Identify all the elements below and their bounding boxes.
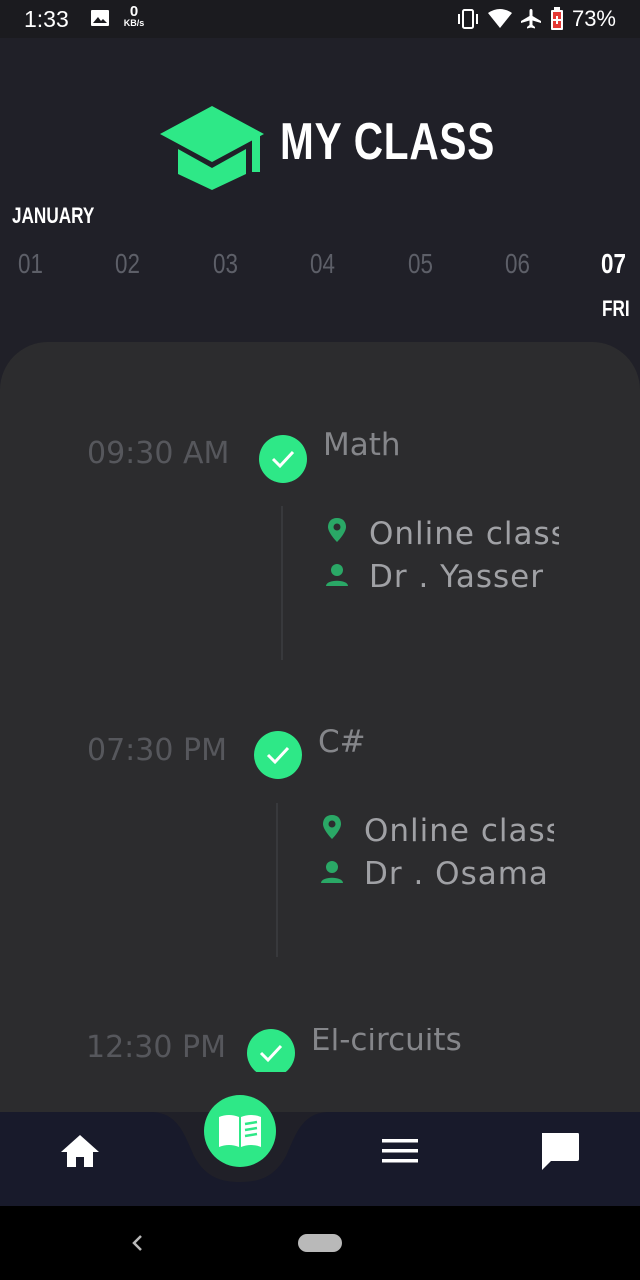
status-bar: 1:33 0 KB/s 73% — [0, 0, 640, 38]
system-nav-bar — [0, 1206, 640, 1280]
month-label: JANUARY — [12, 203, 95, 228]
selected-weekday: FRI — [602, 296, 630, 321]
network-speed: 0 KB/s — [123, 3, 145, 28]
entry-time: 09:30 AM — [87, 436, 230, 471]
entry-instructor: Dr . Osama — [364, 856, 549, 892]
home-icon[interactable] — [50, 1121, 110, 1181]
day-01[interactable]: 01 — [18, 248, 43, 280]
schedule-entry-math[interactable]: 09:30 AM Math Online class Dr . Yasser — [0, 427, 640, 732]
menu-icon[interactable] — [370, 1121, 430, 1181]
timeline-line — [276, 803, 278, 957]
airplane-mode-icon — [520, 9, 541, 29]
entry-time: 12:30 PM — [86, 1030, 226, 1065]
graduation-cap-icon — [160, 106, 264, 190]
check-icon — [259, 435, 307, 483]
battery-percent: 73% — [571, 6, 616, 31]
home-pill[interactable] — [298, 1234, 342, 1252]
day-04[interactable]: 04 — [310, 248, 335, 280]
schedule-entry-el-circuits[interactable]: 12:30 PM El-circuits — [0, 1028, 640, 1072]
battery-saver-icon — [550, 7, 563, 30]
schedule-entry-csharp[interactable]: 07:30 PM C# Online class Dr . Osama — [0, 724, 640, 1029]
day-02[interactable]: 02 — [115, 248, 140, 280]
entry-subject: C# — [318, 724, 366, 760]
back-icon[interactable] — [124, 1228, 152, 1258]
entry-location: Online class — [364, 813, 554, 849]
schedule-panel[interactable]: 09:30 AM Math Online class Dr . Yasser 0… — [0, 342, 640, 1112]
vibrate-icon — [457, 9, 478, 29]
location-pin-icon — [323, 815, 341, 839]
day-05[interactable]: 05 — [408, 248, 433, 280]
book-icon[interactable] — [204, 1095, 276, 1167]
entry-subject: Math — [323, 427, 401, 463]
timeline-line — [281, 506, 283, 660]
status-time: 1:33 — [24, 6, 69, 32]
entry-subject: El-circuits — [311, 1028, 462, 1058]
person-icon — [326, 564, 348, 586]
day-07-selected[interactable]: 07 — [601, 248, 626, 280]
image-icon — [91, 10, 109, 26]
chat-icon[interactable] — [530, 1121, 590, 1181]
entry-time: 07:30 PM — [87, 733, 227, 768]
day-03[interactable]: 03 — [213, 248, 238, 280]
app-title: MY CLASS — [280, 113, 496, 171]
wifi-icon — [487, 9, 512, 28]
location-pin-icon — [328, 518, 346, 542]
person-icon — [321, 861, 343, 883]
entry-instructor: Dr . Yasser — [369, 559, 544, 595]
day-06[interactable]: 06 — [505, 248, 530, 280]
check-icon — [254, 731, 302, 779]
check-icon — [247, 1029, 295, 1072]
entry-location: Online class — [369, 516, 559, 552]
